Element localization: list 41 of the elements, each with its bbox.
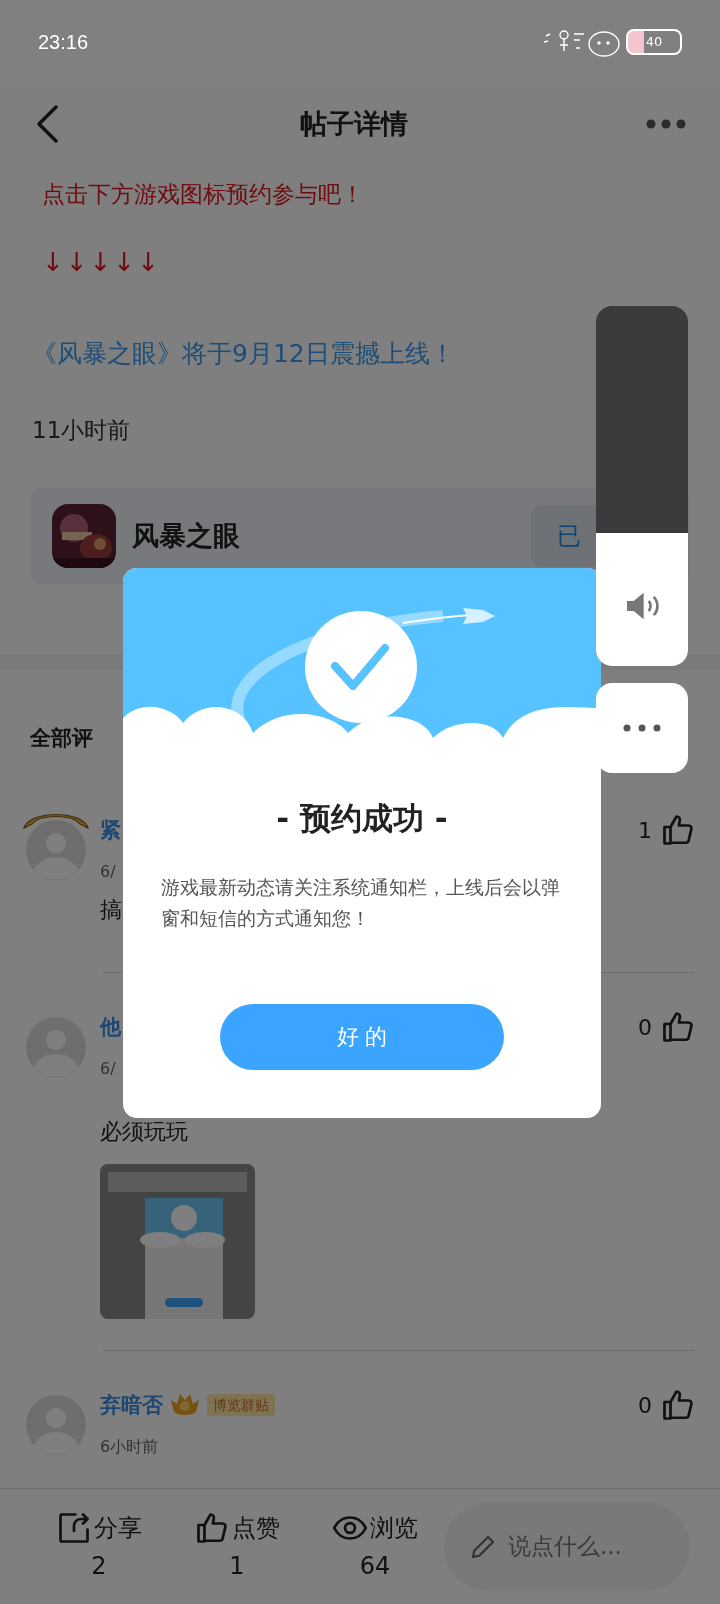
commenter-name[interactable]: 弃暗否 <box>100 1388 163 1422</box>
emblem-icon <box>169 1392 201 1418</box>
thumbs-up-icon[interactable] <box>660 812 696 848</box>
action-label[interactable]: 浏览 <box>370 1509 418 1546</box>
comment-text: 必须玩玩 <box>100 1118 188 1146</box>
commenter-name[interactable]: 他 <box>100 1010 121 1044</box>
user-badge: 博览群贴 <box>207 1394 275 1416</box>
post-time: 11小时前 <box>32 416 131 445</box>
comment-time: 6小时前 <box>100 1437 159 1457</box>
page-title: 帖子详情 <box>300 106 408 141</box>
game-icon[interactable] <box>52 504 116 568</box>
game-name: 风暴之眼 <box>132 518 241 553</box>
like-count: 0 <box>638 1391 652 1420</box>
battery-indicator: 40 <box>626 29 682 55</box>
action-label[interactable]: 分享 <box>94 1509 142 1546</box>
comments-heading: 全部评 <box>30 725 93 753</box>
thumbs-up-icon[interactable] <box>660 1009 696 1045</box>
dialog-title: - 预约成功 - <box>276 799 448 838</box>
comment-input[interactable]: 说点什么... <box>444 1502 690 1591</box>
like-count: 0 <box>638 1013 652 1042</box>
action-count: 2 <box>91 1550 107 1582</box>
action-count: 1 <box>229 1550 245 1582</box>
volume-more-button[interactable] <box>596 683 688 773</box>
arrow-text: ↓↓↓↓↓ <box>42 246 161 279</box>
headline-link[interactable]: 《风暴之眼》将于9月12日震撼上线！ <box>32 334 455 374</box>
comment-text: 搞 <box>100 896 122 924</box>
comment-time: 6/ <box>100 862 116 882</box>
commenter-name[interactable]: 紧 <box>100 813 121 847</box>
more-icon[interactable] <box>646 119 686 129</box>
ok-button[interactable]: 好 的 <box>220 1003 504 1070</box>
status-time: 23:16 <box>38 30 89 55</box>
dialog-message: 游戏最新动态请关注系统通知栏，上线后会以弹窗和短信的方式通知您！ <box>160 874 561 931</box>
reserved-button[interactable]: 已 <box>531 505 596 567</box>
like-count: 1 <box>638 816 652 845</box>
more-icon <box>623 724 661 732</box>
action-label[interactable]: 点赞 <box>232 1509 280 1546</box>
thumbs-up-icon[interactable] <box>660 1387 696 1423</box>
notice-text: 点击下方游戏图标预约参与吧！ <box>42 180 365 209</box>
action-count: 64 <box>359 1550 391 1582</box>
comment-time: 6/ <box>100 1059 116 1079</box>
volume-slider[interactable] <box>596 306 688 666</box>
